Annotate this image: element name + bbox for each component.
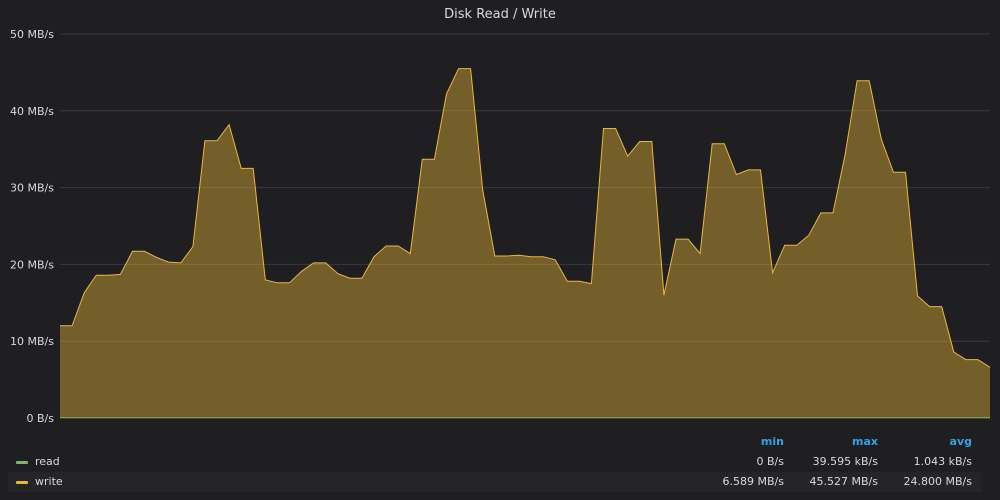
series-layer xyxy=(60,68,991,419)
y-tick-label: 10 MB/s xyxy=(10,335,54,348)
legend-value-avg: 24.800 MB/s xyxy=(903,475,972,488)
graph-panel: Disk Read / Write 0 B/s 10 MB/s 20 MB/s 30 … xyxy=(0,0,1000,500)
legend-header-min[interactable]: min xyxy=(704,435,784,448)
legend-color-swatch[interactable] xyxy=(16,481,28,484)
legend-value-avg: 1.043 kB/s xyxy=(913,455,972,468)
y-tick-label: 40 MB/s xyxy=(10,105,54,118)
y-tick-label: 20 MB/s xyxy=(10,258,54,271)
legend-series-name[interactable]: read xyxy=(35,455,60,468)
legend-value-min: 6.589 MB/s xyxy=(722,475,784,488)
y-tick-label: 50 MB/s xyxy=(10,28,54,41)
legend-value-min: 0 B/s xyxy=(756,455,784,468)
y-tick-label: 0 B/s xyxy=(27,412,55,425)
legend-header-avg[interactable]: avg xyxy=(892,435,972,448)
legend-series-name[interactable]: write xyxy=(35,475,63,488)
legend-color-swatch[interactable] xyxy=(16,461,28,464)
legend-row-read[interactable]: read 0 B/s 39.595 kB/s 1.043 kB/s xyxy=(8,452,982,472)
y-axis-ticks: 0 B/s 10 MB/s 20 MB/s 30 MB/s 40 MB/s 50 MB/s xyxy=(10,28,54,425)
legend-header: min max avg xyxy=(0,432,1000,452)
chart-plot[interactable]: 0 B/s 10 MB/s 20 MB/s 30 MB/s 40 MB/s 50 MB/s xyxy=(0,0,1000,430)
legend-row-write[interactable]: write 6.589 MB/s 45.527 MB/s 24.800 MB/s xyxy=(8,472,982,492)
legend-header-max[interactable]: max xyxy=(798,435,878,448)
legend-value-max: 45.527 MB/s xyxy=(809,475,878,488)
legend-value-max: 39.595 kB/s xyxy=(812,455,878,468)
legend: min max avg read 0 B/s 39.595 kB/s 1.043… xyxy=(0,432,1000,492)
y-tick-label: 30 MB/s xyxy=(10,182,54,195)
